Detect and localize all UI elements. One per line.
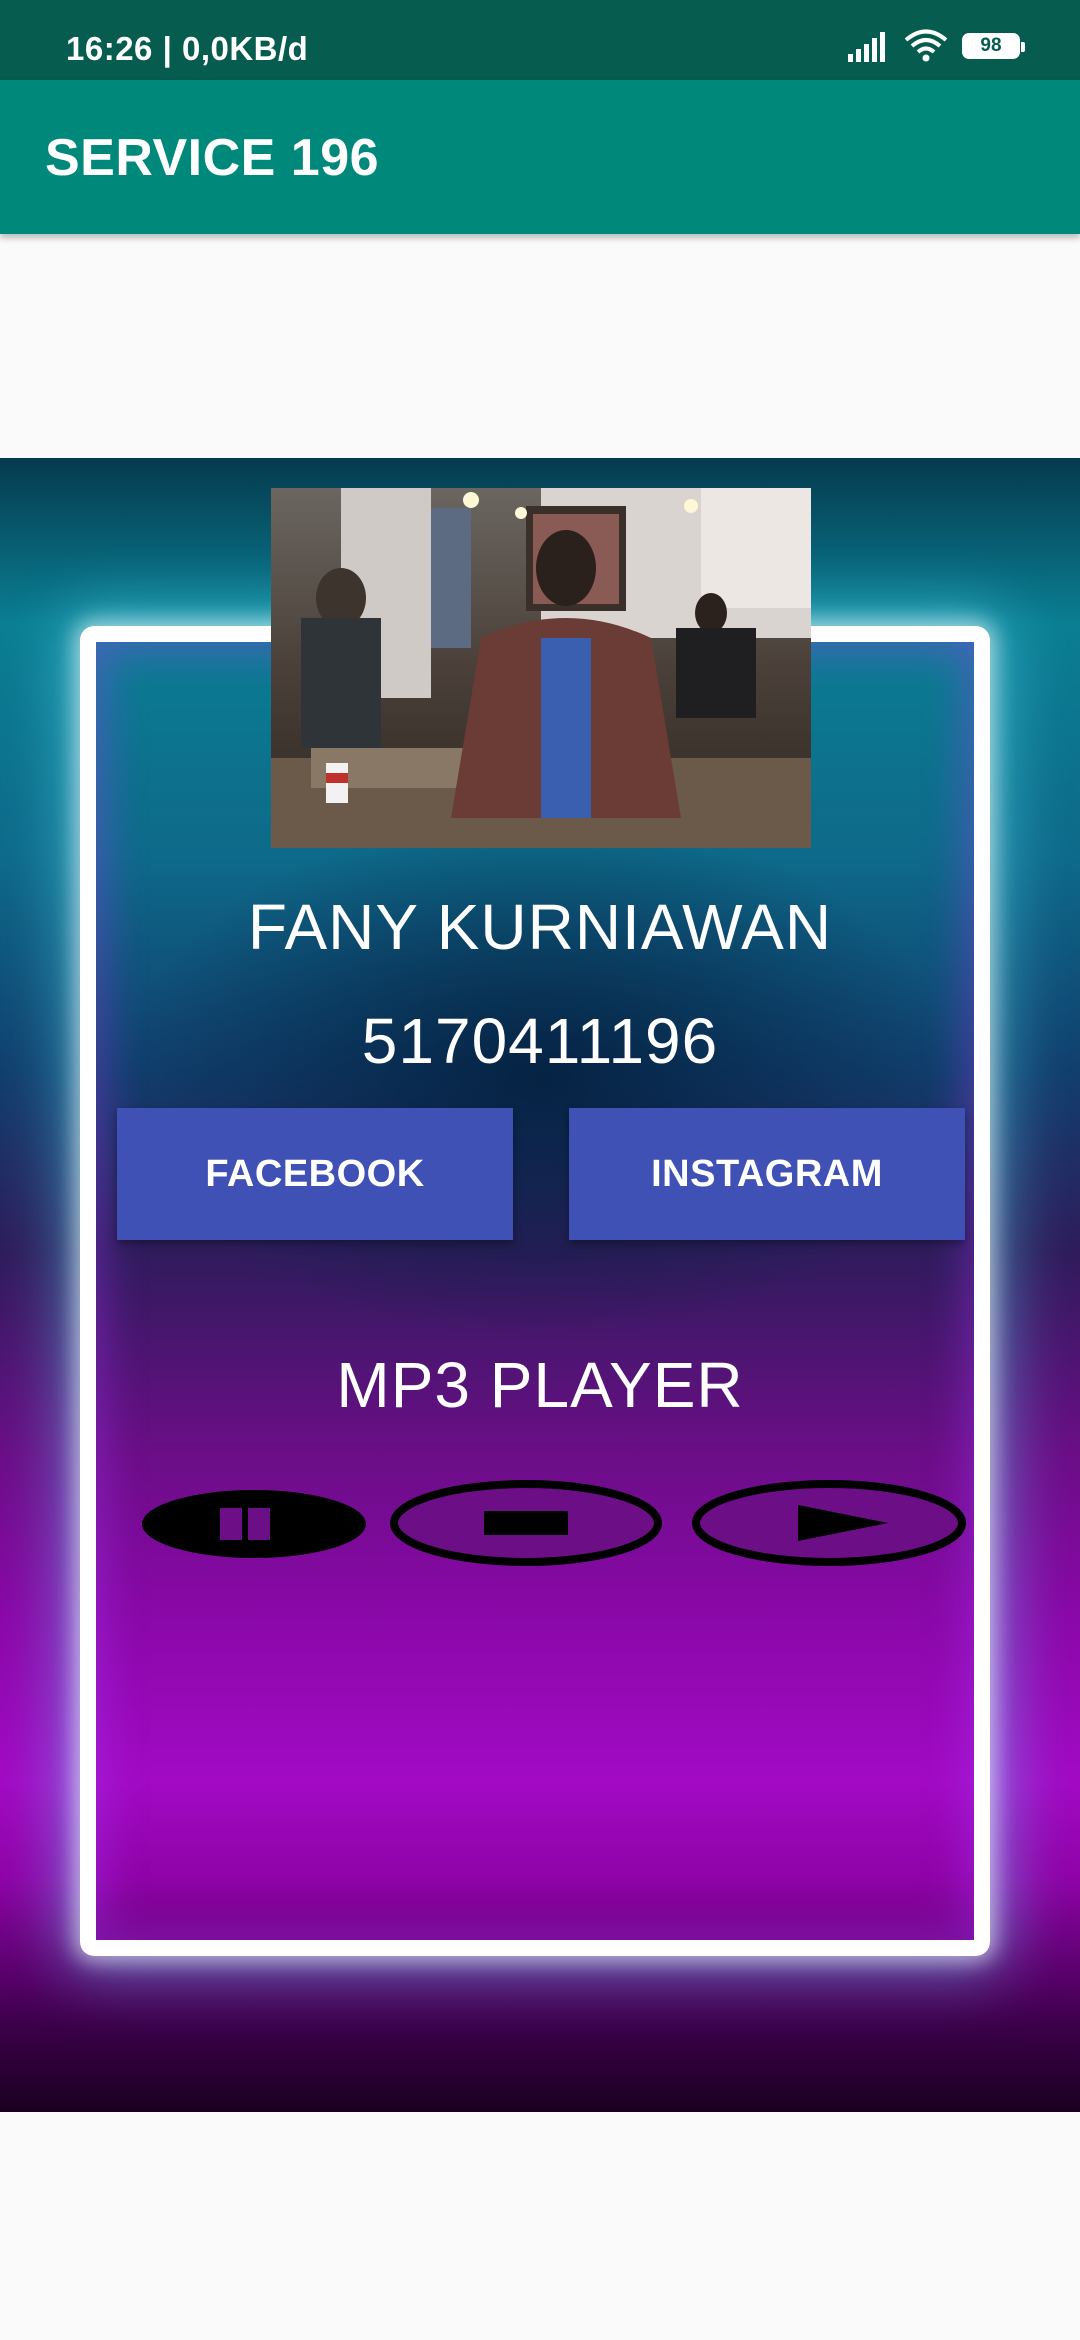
- app-bar: SERVICE 196: [0, 80, 1080, 234]
- mp3-player-title: MP3 PLAYER: [336, 1349, 744, 1421]
- play-button[interactable]: [690, 1478, 968, 1568]
- instagram-button[interactable]: INSTAGRAM: [569, 1108, 965, 1240]
- status-icons: 98: [846, 26, 1025, 66]
- stop-icon: [484, 1511, 568, 1535]
- profile-number: 5170411196: [361, 1005, 719, 1077]
- bottom-empty-area: [0, 2112, 1080, 2340]
- app-title: SERVICE 196: [45, 129, 380, 187]
- neon-background-panel: FANY KURNIAWAN 5170411196 FACEBOOK INSTA…: [0, 458, 1080, 2112]
- signal-icon: [848, 32, 885, 62]
- wifi-icon: [904, 29, 948, 62]
- status-bar: 16:26 | 0,0KB/d 98: [0, 0, 1080, 80]
- profile-photo: [271, 488, 811, 848]
- facebook-button[interactable]: FACEBOOK: [117, 1108, 513, 1240]
- stop-button[interactable]: [388, 1478, 664, 1568]
- battery-icon: 98: [962, 33, 1025, 59]
- battery-level: 98: [965, 35, 1017, 56]
- pause-button[interactable]: [138, 1486, 370, 1562]
- status-time-speed: 16:26 | 0,0KB/d: [66, 30, 309, 67]
- profile-name: FANY KURNIAWAN: [247, 891, 833, 963]
